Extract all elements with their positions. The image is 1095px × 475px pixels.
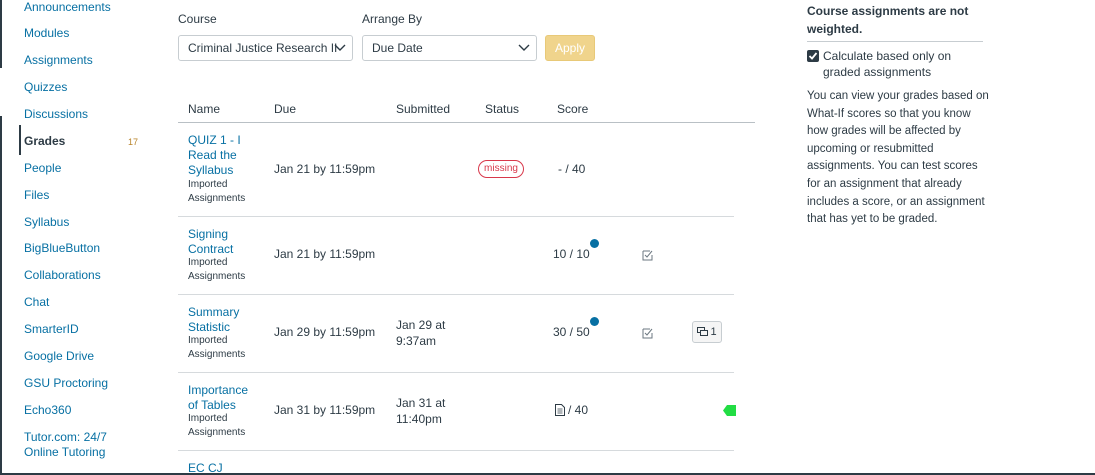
due-date: Jan 21 by 11:59pm — [274, 247, 376, 261]
due-date: Jan 31 by 11:59pm — [274, 403, 376, 417]
what-if-description: You can view your grades based on What-I… — [807, 90, 989, 226]
submitted-date: Jan 31 at 11:40pm — [396, 396, 446, 426]
assignment-title[interactable]: QUIZ 1 - I Read the Syllabus — [188, 133, 252, 178]
graded-only-checkbox[interactable] — [807, 50, 819, 62]
table-row: QUIZ 1 - I Read the Syllabus Imported As… — [0, 131, 760, 209]
arrange-by-select[interactable]: Due Date — [362, 35, 537, 61]
header-due[interactable]: Due — [274, 102, 296, 116]
header-status[interactable]: Status — [485, 102, 519, 116]
rubric-icon[interactable] — [642, 249, 654, 261]
apply-button[interactable]: Apply — [545, 35, 595, 61]
weighting-note: Course assignments are not weighted. — [807, 4, 969, 36]
header-name[interactable]: Name — [188, 102, 220, 116]
assignment-title[interactable]: Importance of Tables — [188, 383, 252, 413]
rubric-icon[interactable] — [642, 327, 654, 339]
comment-icon — [697, 327, 709, 336]
score: - / 40 — [558, 162, 586, 176]
course-select[interactable]: Criminal Justice Research II — [178, 35, 353, 61]
score: / 40 — [568, 403, 589, 417]
due-date: Jan 21 by 11:59pm — [274, 162, 376, 176]
assignment-title[interactable]: Summary Statistic — [188, 305, 252, 335]
score: 10 / 10 — [553, 247, 590, 261]
nav-announcements[interactable]: Announcements — [24, 0, 111, 15]
row-divider — [178, 216, 734, 217]
document-icon — [555, 404, 565, 416]
unread-score-dot — [590, 239, 599, 248]
graded-only-label[interactable]: Calculate based only on graded assignmen… — [823, 48, 973, 80]
assignment-title[interactable]: Signing Contract — [188, 227, 252, 257]
submitted-date: Jan 29 at 9:37am — [396, 318, 446, 348]
assignment-group: Imported Assignments — [188, 413, 246, 438]
table-header-divider — [178, 122, 755, 123]
course-label: Course — [178, 12, 217, 26]
assignment-group: Imported Assignments — [188, 179, 246, 204]
course-select-value: Criminal Justice Research II — [188, 41, 338, 55]
checkmark-icon — [808, 52, 818, 60]
arrange-by-label: Arrange By — [362, 12, 423, 26]
row-divider — [178, 450, 734, 451]
chevron-down-icon — [518, 44, 530, 51]
table-row: Signing Contract Imported Assignments Ja… — [0, 225, 760, 303]
comments-button[interactable]: 1 — [692, 321, 722, 343]
nav-assignments[interactable]: Assignments — [24, 53, 93, 68]
chevron-down-icon — [334, 44, 346, 51]
row-divider — [178, 294, 734, 295]
sidebar-divider — [807, 41, 983, 42]
comment-count: 1 — [710, 326, 717, 338]
assignment-group: Imported Assignments — [188, 257, 246, 282]
score: 30 / 50 — [553, 325, 590, 339]
table-row: Summary Statistic Imported Assignments J… — [0, 303, 760, 381]
due-date: Jan 29 by 11:59pm — [274, 325, 376, 339]
nav-discussions[interactable]: Discussions — [24, 107, 88, 122]
nav-quizzes[interactable]: Quizzes — [24, 80, 67, 95]
row-divider — [178, 372, 734, 373]
table-row: Importance of Tables Imported Assignment… — [0, 381, 760, 459]
header-score[interactable]: Score — [557, 102, 588, 116]
assignment-group: Imported Assignments — [188, 335, 246, 360]
header-submitted[interactable]: Submitted — [396, 102, 450, 116]
nav-modules[interactable]: Modules — [24, 26, 69, 41]
status-badge-missing: missing — [478, 160, 524, 178]
unread-score-dot — [590, 317, 599, 326]
flag-icon[interactable] — [723, 405, 736, 416]
arrange-by-value: Due Date — [372, 41, 423, 55]
